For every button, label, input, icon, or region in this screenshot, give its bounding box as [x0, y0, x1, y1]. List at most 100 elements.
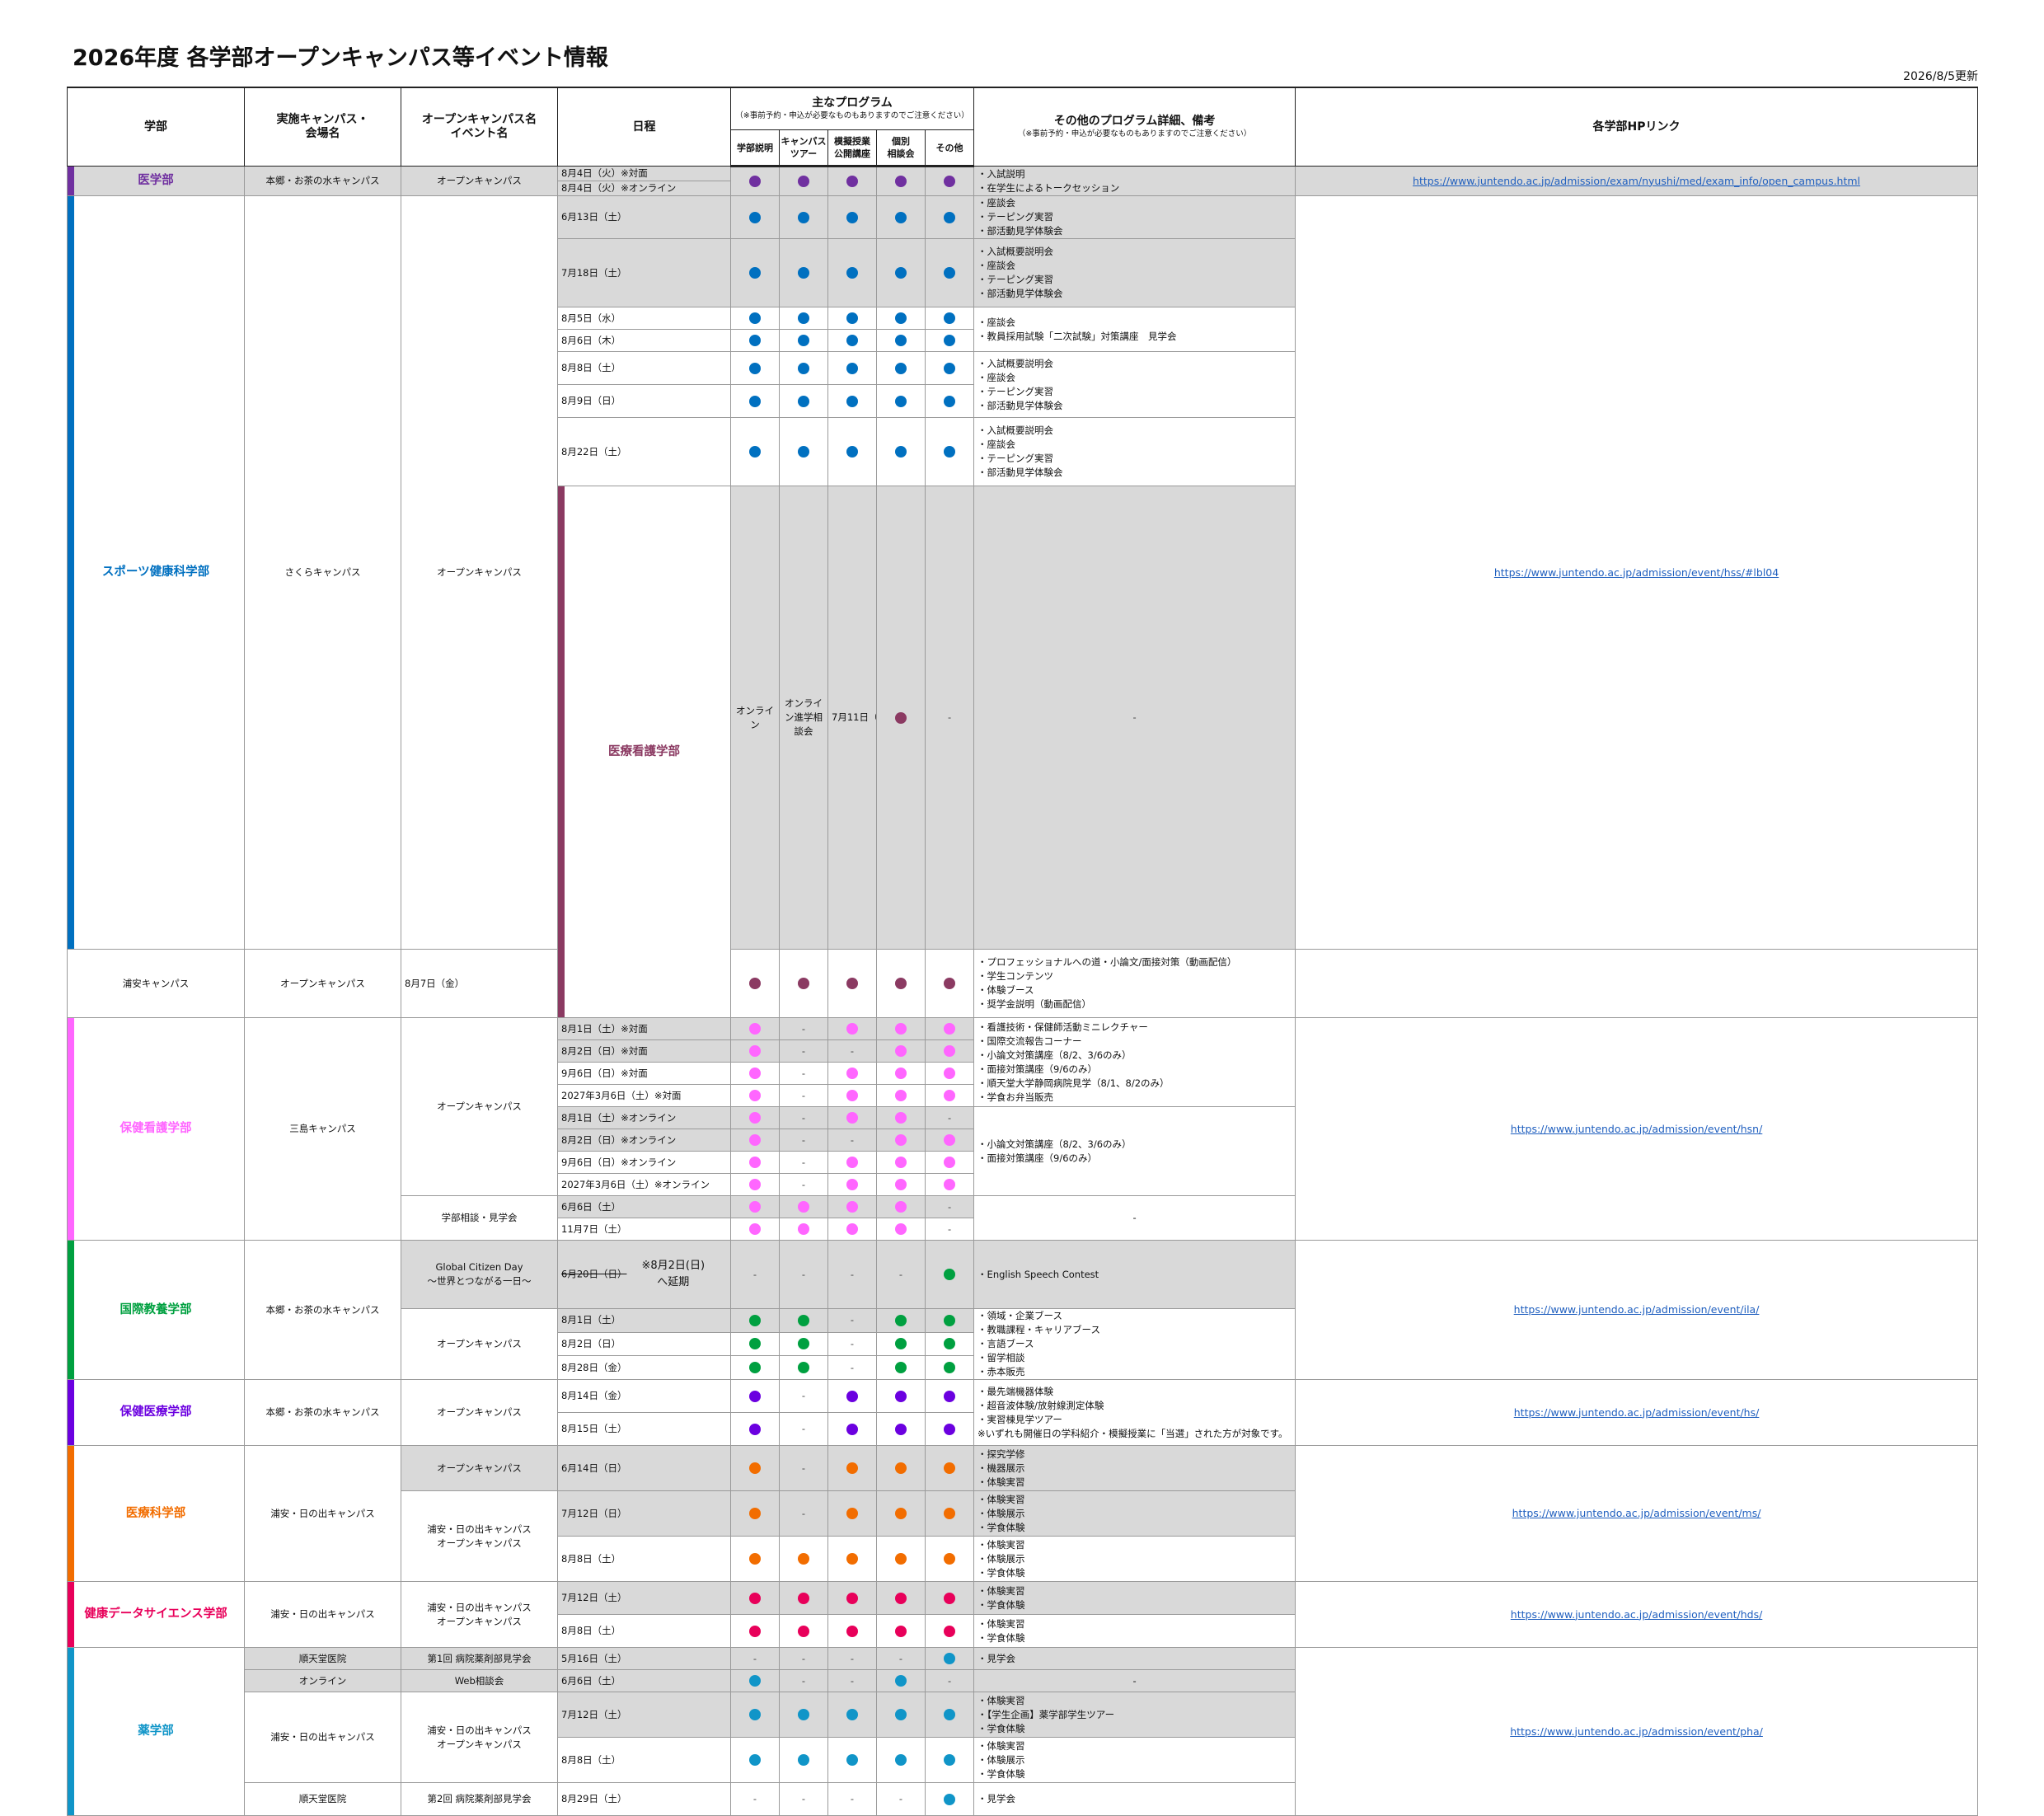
program-dot-icon [895, 1423, 907, 1435]
program-other-cell [924, 1039, 975, 1063]
program-dash: - [801, 1111, 806, 1124]
faculty-hp-link[interactable]: https://www.juntendo.ac.jp/admission/eve… [1494, 566, 1779, 579]
faculty-link-cell: https://www.juntendo.ac.jp/admission/exa… [1295, 166, 1979, 196]
program-other-cell [924, 1490, 975, 1537]
program-consultation-cell [876, 1218, 926, 1241]
faculty-name: 薬学部 [67, 1647, 245, 1816]
program-dot-icon [895, 711, 907, 724]
program-dash: - [801, 1390, 806, 1401]
program-mock-lecture-cell: - [827, 1129, 877, 1152]
program-dot-icon [846, 978, 858, 989]
program-consultation-cell [876, 1195, 926, 1218]
faculty-label: 医療科学部 [125, 1506, 186, 1520]
date-cell: 8月8日（土） [557, 1536, 731, 1582]
col-program-1: 学部説明 [730, 129, 780, 167]
program-dot-icon [895, 1314, 907, 1326]
program-dot-icon [846, 1157, 858, 1168]
program-campus-tour-cell [779, 1308, 828, 1333]
program-dot-icon [749, 1390, 761, 1402]
program-mock-lecture-cell [827, 1017, 877, 1040]
faculty-hp-link[interactable]: https://www.juntendo.ac.jp/admission/eve… [1514, 1406, 1760, 1419]
program-details-cell: ・入試概要説明会 ・座談会 ・テーピング実習 ・部活動見学体験会 [973, 417, 1296, 486]
program-mock-lecture-cell [827, 307, 877, 330]
program-dot-icon [749, 1754, 761, 1766]
program-dot-icon [846, 176, 858, 187]
program-dash: - [801, 1067, 806, 1079]
program-faculty-briefing-cell [730, 1445, 780, 1491]
program-details-cell: ・看護技術・保健師活動ミニレクチャー ・国際交流報告コーナー ・小論文対策講座（… [973, 1017, 1296, 1107]
program-dot-icon [749, 1157, 761, 1168]
program-campus-tour-cell [779, 195, 828, 239]
program-dot-icon [895, 1134, 907, 1146]
program-campus-tour-cell: - [779, 1151, 828, 1174]
program-details-cell: ・入試概要説明会 ・座談会 ・テーピング実習 ・部活動見学体験会 [973, 238, 1296, 307]
program-campus-tour-cell [779, 1331, 828, 1357]
faculty-hp-link[interactable]: https://www.juntendo.ac.jp/admission/eve… [1512, 1507, 1761, 1519]
date-cell: 8月7日（金） [401, 949, 558, 1018]
program-consultation-cell [876, 1331, 926, 1357]
program-dash: - [850, 1674, 855, 1687]
event-name-cell: 第1回 病院薬剤部見学会 [401, 1647, 558, 1670]
program-dot-icon [846, 395, 858, 407]
program-faculty-briefing-cell [730, 1669, 780, 1692]
program-dash: - [947, 1222, 952, 1235]
program-dot-icon [749, 312, 761, 324]
program-mock-lecture-cell: - [827, 1647, 877, 1670]
program-dot-icon [944, 1090, 956, 1101]
faculty-name: 健康データサイエンス学部 [67, 1581, 245, 1648]
faculty-link-cell: https://www.juntendo.ac.jp/admission/eve… [1295, 1017, 1979, 1241]
event-name-cell: オンライン進学相談会 [779, 486, 828, 950]
program-dot-icon [749, 1045, 761, 1057]
program-dot-icon [895, 176, 907, 187]
program-dot-icon [846, 1179, 858, 1190]
program-campus-tour-cell: - [779, 1782, 828, 1816]
faculty-hp-link[interactable]: https://www.juntendo.ac.jp/admission/eve… [1510, 1725, 1763, 1738]
date-cell: 6月14日（日） [557, 1445, 731, 1491]
program-dash: - [850, 1133, 855, 1146]
campus-cell: 浦安・日の出キャンパス [244, 1445, 401, 1582]
program-faculty-briefing-cell: - [730, 1240, 780, 1309]
col-details: その他のプログラム詳細、備考 （※事前予約・申込が必要なものもありますのでご注意く… [973, 87, 1296, 167]
program-dot-icon [944, 1709, 956, 1720]
faculty-link-cell: https://www.juntendo.ac.jp/admission/eve… [1295, 1647, 1979, 1816]
faculty-hp-link[interactable]: https://www.juntendo.ac.jp/admission/eve… [1511, 1608, 1763, 1621]
program-consultation-cell [876, 1062, 926, 1085]
program-dash: - [850, 1044, 855, 1057]
program-dot-icon [944, 1793, 956, 1805]
campus-cell: オンライン [730, 486, 780, 950]
faculty-hp-link[interactable]: https://www.juntendo.ac.jp/admission/eve… [1511, 1123, 1763, 1135]
event-name-cell: オープンキャンパス [401, 1379, 558, 1446]
program-campus-tour-cell: - [779, 1379, 828, 1413]
faculty-hp-link[interactable]: https://www.juntendo.ac.jp/admission/exa… [1413, 175, 1860, 187]
faculty-color-bar [68, 167, 74, 195]
program-consultation-cell [876, 166, 926, 196]
program-dot-icon [895, 1754, 907, 1766]
program-dot-icon [895, 1462, 907, 1474]
program-other-cell [924, 1151, 975, 1174]
program-dot-icon [895, 1112, 907, 1124]
program-other-cell [924, 1412, 975, 1446]
program-details-cell: ・領域・企業ブース ・教職課程・キャリアブース ・言語ブース ・留学相談 ・赤本… [973, 1308, 1296, 1380]
program-consultation-cell [876, 1581, 926, 1615]
faculty-hp-link[interactable]: https://www.juntendo.ac.jp/admission/eve… [1514, 1303, 1760, 1316]
program-dot-icon [944, 1269, 956, 1280]
program-other-cell [924, 1445, 975, 1491]
campus-cell: 三島キャンパス [244, 1017, 401, 1241]
program-dot-icon [846, 1390, 858, 1402]
program-dot-icon [846, 1423, 858, 1435]
program-faculty-briefing-cell [730, 1308, 780, 1333]
program-dot-icon [798, 211, 809, 223]
program-dot-icon [895, 1709, 907, 1720]
program-dot-icon [846, 1709, 858, 1720]
program-consultation-cell [876, 1737, 926, 1783]
program-consultation-cell [876, 1692, 926, 1738]
program-dot-icon [944, 1362, 956, 1374]
program-details-cell: - [973, 1669, 1296, 1692]
program-dot-icon [895, 1179, 907, 1190]
program-dot-icon [944, 1179, 956, 1190]
date-cell: 7月12日（土） [557, 1692, 731, 1738]
program-dot-icon [749, 1625, 761, 1637]
date-cell: 6月13日（土） [557, 195, 731, 239]
faculty-label: 保健看護学部 [120, 1122, 192, 1135]
program-campus-tour-cell [779, 1218, 828, 1241]
